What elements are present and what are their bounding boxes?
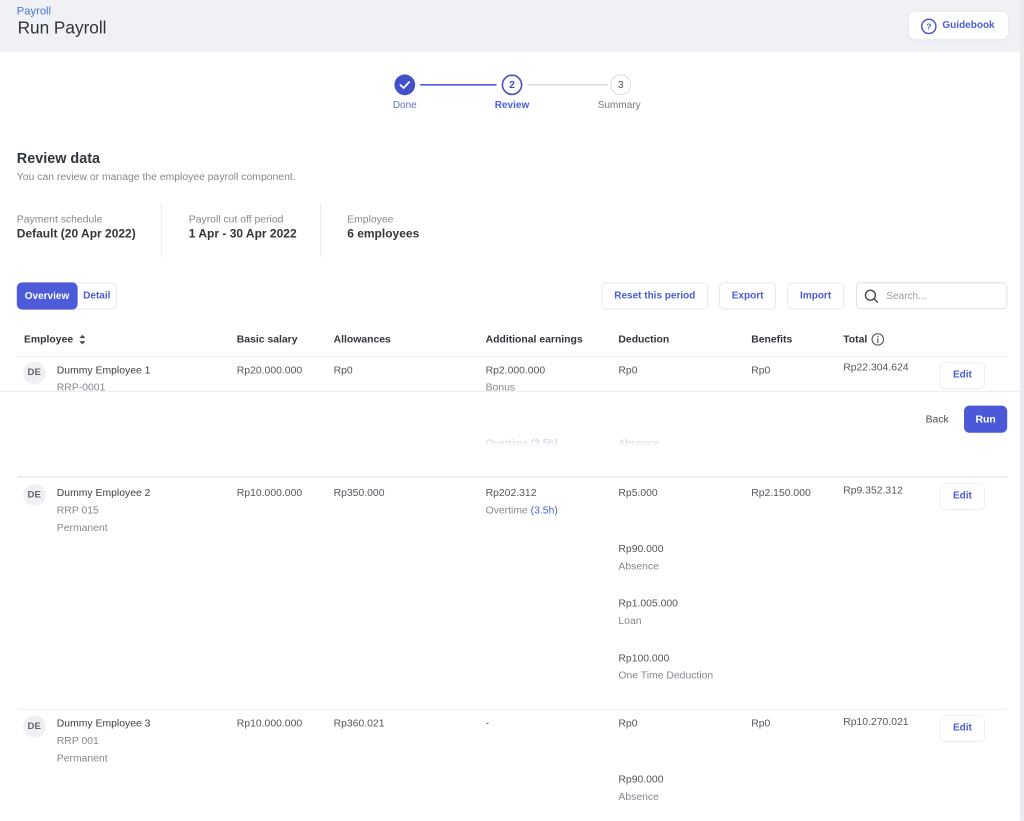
svg-text:?: ?: [926, 21, 931, 31]
